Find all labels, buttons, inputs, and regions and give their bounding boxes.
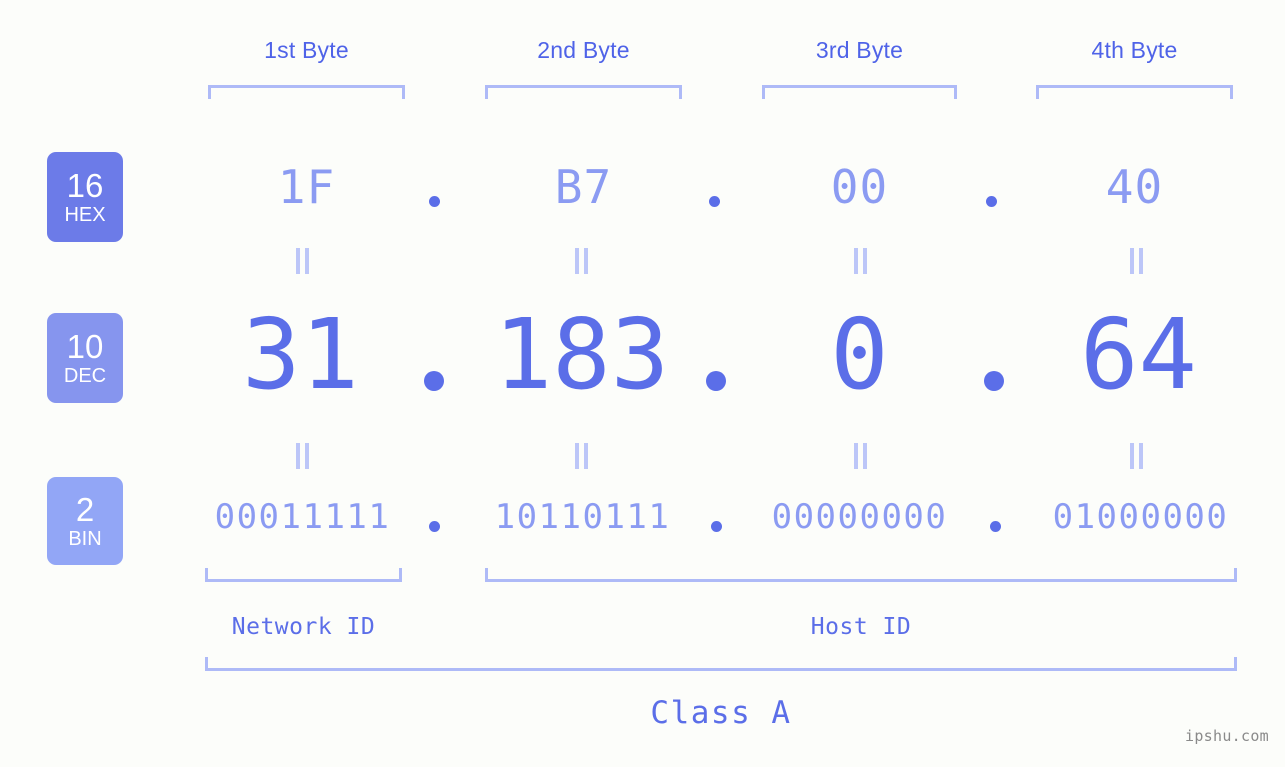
bin-octet-3: 00000000: [771, 497, 948, 537]
equivalence-mark-dec-bin-3: [850, 443, 870, 469]
network-id-bracket: [205, 568, 402, 582]
base-badge-bin: 2 BIN: [47, 477, 123, 565]
network-id-label: Network ID: [231, 614, 376, 640]
class-label: Class A: [650, 695, 792, 731]
site-watermark: ipshu.com: [1185, 727, 1269, 745]
byte-bracket-top-1: [208, 85, 405, 99]
byte-header-4: 4th Byte: [1091, 37, 1178, 63]
hex-octet-3: 00: [830, 160, 889, 214]
equivalence-mark-dec-bin-2: [571, 443, 591, 469]
byte-header-2: 2nd Byte: [537, 37, 630, 63]
ip-breakdown-diagram: 1st Byte 2nd Byte 3rd Byte 4th Byte 16 H…: [0, 0, 1285, 767]
hex-octet-4: 40: [1105, 160, 1164, 214]
class-bracket: [205, 657, 1237, 671]
byte-header-3: 3rd Byte: [815, 37, 904, 63]
hex-separator-dot-1: [429, 196, 440, 207]
base-badge-bin-label: BIN: [68, 528, 102, 550]
equivalence-mark-hex-dec-1: [292, 248, 312, 274]
hex-separator-dot-3: [986, 196, 997, 207]
dec-separator-dot-3: [984, 371, 1004, 391]
base-badge-hex: 16 HEX: [47, 152, 123, 242]
base-badge-hex-number: 16: [66, 167, 104, 204]
bin-octet-2: 10110111: [494, 497, 671, 537]
base-badge-dec: 10 DEC: [47, 313, 123, 403]
equivalence-mark-dec-bin-1: [292, 443, 312, 469]
byte-bracket-top-3: [762, 85, 957, 99]
byte-bracket-top-4: [1036, 85, 1233, 99]
hex-separator-dot-2: [709, 196, 720, 207]
dec-octet-2: 183: [493, 298, 670, 411]
bin-separator-dot-3: [990, 521, 1001, 532]
byte-bracket-top-2: [485, 85, 682, 99]
byte-header-1: 1st Byte: [264, 37, 349, 63]
equivalence-mark-hex-dec-3: [850, 248, 870, 274]
base-badge-bin-number: 2: [75, 491, 95, 528]
dec-separator-dot-1: [424, 371, 444, 391]
base-badge-dec-number: 10: [66, 328, 104, 365]
host-id-label: Host ID: [810, 614, 912, 640]
hex-octet-1: 1F: [277, 160, 336, 214]
bin-separator-dot-2: [711, 521, 722, 532]
dec-octet-4: 64: [1080, 298, 1197, 411]
host-id-bracket: [485, 568, 1237, 582]
bin-octet-1: 00011111: [214, 497, 391, 537]
bin-separator-dot-1: [429, 521, 440, 532]
dec-octet-1: 31: [242, 298, 359, 411]
dec-octet-3: 0: [830, 298, 889, 411]
dec-separator-dot-2: [706, 371, 726, 391]
equivalence-mark-hex-dec-4: [1126, 248, 1146, 274]
hex-octet-2: B7: [554, 160, 613, 214]
base-badge-hex-label: HEX: [64, 204, 106, 226]
bin-octet-4: 01000000: [1052, 497, 1229, 537]
equivalence-mark-hex-dec-2: [571, 248, 591, 274]
equivalence-mark-dec-bin-4: [1126, 443, 1146, 469]
base-badge-dec-label: DEC: [63, 365, 107, 387]
